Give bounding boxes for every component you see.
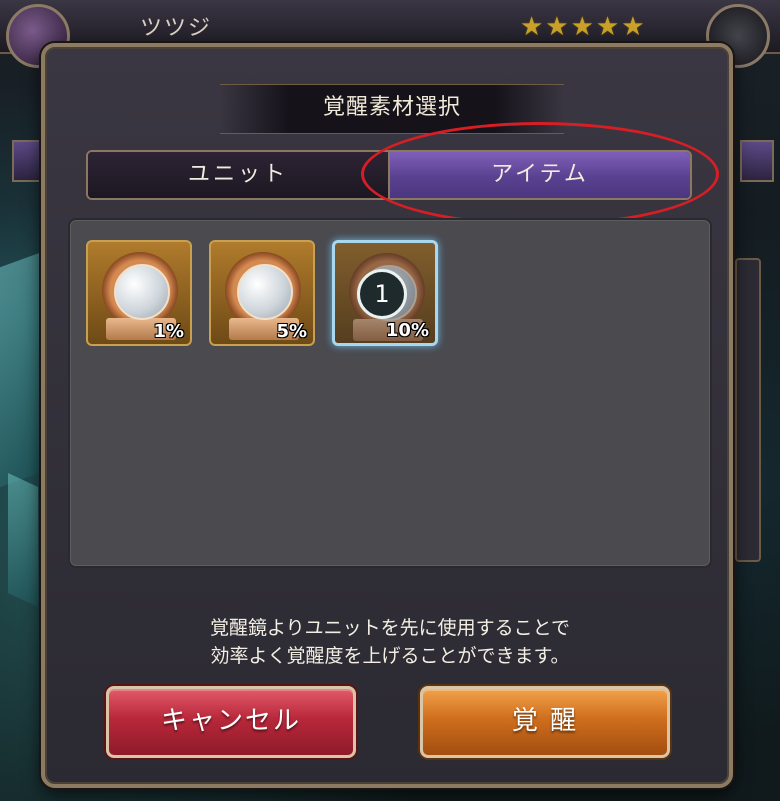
item-percent: 10%: [385, 320, 429, 341]
background-tab-right: [740, 140, 774, 182]
item-slot-mirror-10[interactable]: 1 10%: [332, 240, 438, 346]
awakening-mirror-icon: [114, 264, 170, 320]
dialog-title: 覚醒素材選択: [322, 95, 461, 120]
rarity-stars: ★★★★★: [520, 12, 647, 42]
item-slot-mirror-5[interactable]: 5%: [209, 240, 315, 346]
tab-item[interactable]: アイテム: [390, 152, 690, 198]
awakening-mirror-icon: [237, 264, 293, 320]
material-tabs: ユニット アイテム: [86, 150, 692, 200]
hint-message-line-1: 覚醒鏡よりユニットを先に使用することで: [209, 617, 571, 639]
item-percent: 1%: [153, 321, 184, 342]
item-percent: 5%: [276, 321, 307, 342]
crystal-shard-decoration: [0, 252, 40, 488]
hint-message-line-2: 効率よく覚醒度を上げることができます。: [210, 645, 570, 667]
hint-message: 覚醒鏡よりユニットを先に使用することで 効率よく覚醒度を上げることができます。: [130, 614, 650, 670]
cancel-button[interactable]: キャンセル: [106, 686, 356, 758]
crystal-shard-decoration: [8, 473, 38, 607]
selected-count-badge: 1: [357, 269, 407, 319]
background-panel-right: [735, 258, 761, 562]
item-slot-mirror-1[interactable]: 1%: [86, 240, 192, 346]
unit-name: ツツジ: [140, 16, 213, 41]
awaken-button[interactable]: 覚 醒: [420, 686, 670, 758]
tab-unit[interactable]: ユニット: [88, 152, 388, 198]
